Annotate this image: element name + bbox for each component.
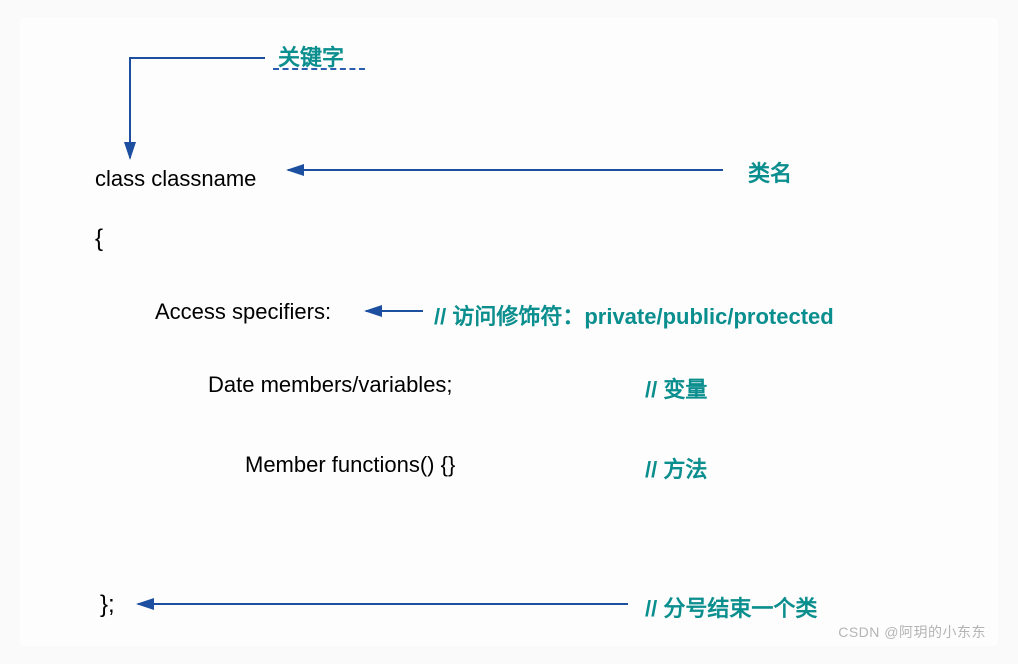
label-access-comment: // 访问修饰符：private/public/protected xyxy=(434,299,834,331)
label-semicolon-comment: // 分号结束一个类 xyxy=(645,591,817,623)
code-access-line: Access specifiers: xyxy=(155,299,331,325)
code-func-line: Member functions() {} xyxy=(245,452,455,478)
code-class-line: class classname xyxy=(95,166,256,192)
label-variable-comment: // 变量 xyxy=(645,372,707,404)
code-open-brace: { xyxy=(95,225,103,253)
code-close: }; xyxy=(100,591,115,619)
arrows-layer xyxy=(20,18,998,646)
diagram-stage: 关键字 类名 // 访问修饰符：private/public/protected… xyxy=(20,18,998,646)
diagram-canvas: 关键字 类名 // 访问修饰符：private/public/protected… xyxy=(0,0,1018,664)
underline-keyword xyxy=(273,68,365,70)
watermark: CSDN @阿玥的小东东 xyxy=(838,622,986,642)
code-data-line: Date members/variables; xyxy=(208,372,453,398)
label-classname: 类名 xyxy=(748,156,792,188)
label-method-comment: // 方法 xyxy=(645,452,707,484)
